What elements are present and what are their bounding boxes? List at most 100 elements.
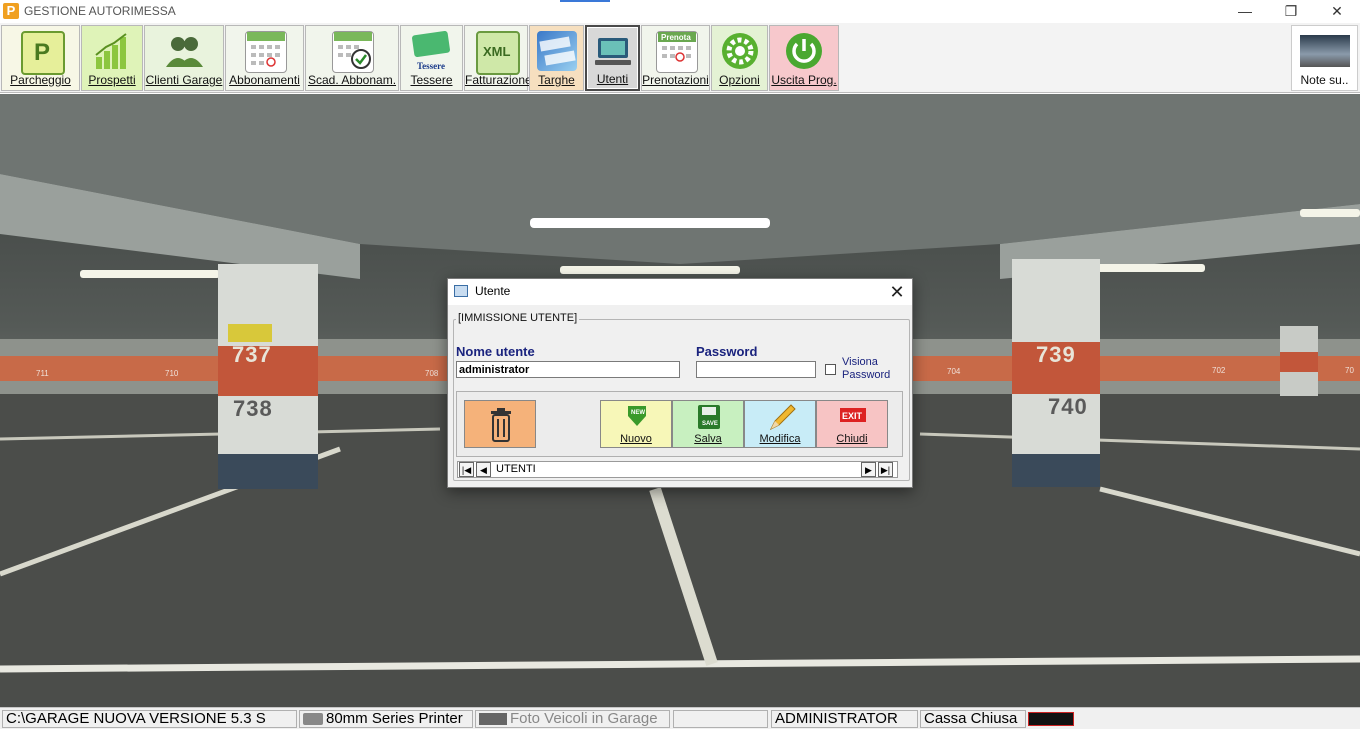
username-input[interactable] — [456, 361, 680, 378]
toolbar-button-opzioni[interactable]: Opzioni — [711, 25, 768, 91]
status-photos: Foto Veicoli in Garage — [475, 710, 670, 728]
toolbar-button-parcheggio[interactable]: P Parcheggio — [1, 25, 80, 91]
minimize-button[interactable]: — — [1222, 0, 1268, 23]
bar-chart-icon — [92, 31, 132, 71]
edit-button[interactable]: Modifica — [744, 400, 816, 448]
exit-icon-text: EXIT — [842, 411, 863, 421]
camera-icon — [479, 713, 507, 725]
bay-number: 702 — [1212, 366, 1226, 375]
show-password-checkbox[interactable] — [825, 364, 836, 375]
new-button[interactable]: NEW Nuovo — [600, 400, 672, 448]
delete-button[interactable] — [464, 400, 536, 448]
trash-icon — [489, 407, 513, 448]
status-empty — [673, 710, 768, 728]
toolbar-label: Prospetti — [88, 73, 136, 87]
show-password-label-line: Password — [842, 369, 891, 381]
gear-icon — [720, 31, 760, 71]
password-input[interactable] — [696, 361, 816, 378]
printer-name: 80mm Series Printer — [326, 710, 463, 727]
toolbar-label: Clienti Garage — [145, 73, 223, 87]
window-icon — [454, 285, 468, 297]
garage-photo-icon — [1299, 35, 1350, 67]
user-dialog: Utente ✕ [IMMISSIONE UTENTE] Nome utente… — [447, 278, 913, 488]
toolbar-label: Fatturazione — [465, 73, 532, 87]
toolbar-label: Uscita Prog. — [771, 73, 837, 87]
cash-register-icon — [1028, 712, 1074, 726]
save-icon: SAVE — [697, 404, 721, 435]
navigator-label: UTENTI — [496, 463, 536, 475]
bay-number: 70 — [1345, 366, 1354, 375]
show-password-label: Visiona Password — [842, 356, 890, 382]
photos-label: Foto Veicoli in Garage — [510, 710, 658, 727]
bay-number: 708 — [425, 369, 439, 378]
power-icon — [784, 31, 824, 71]
toolbar-label: Prenotazioni — [642, 73, 709, 87]
printer-icon — [303, 713, 323, 725]
exit-icon: EXIT — [839, 407, 867, 428]
action-button-panel: NEW Nuovo SAVE Salva Modifica EXIT Chiud… — [456, 391, 903, 457]
toolbar-button-tessere[interactable]: Tessere Tessere — [400, 25, 463, 91]
toolbar-label: Note su.. — [1300, 73, 1349, 87]
status-user: ADMINISTRATOR — [771, 710, 918, 728]
nav-first-button[interactable]: |◀ — [459, 462, 474, 477]
calendar-booking-icon: Prenota — [655, 31, 698, 73]
title-bar: P GESTIONE AUTORIMESSA — ❐ ✕ — [0, 0, 1360, 23]
toolbar-button-prospetti[interactable]: Prospetti — [81, 25, 143, 91]
pencil-icon — [767, 403, 797, 436]
toolbar-button-targhe[interactable]: Targhe — [529, 25, 584, 91]
toolbar-label: Scad. Abbonam. — [307, 73, 397, 87]
toolbar-button-scad-abbonam[interactable]: Scad. Abbonam. — [305, 25, 399, 91]
status-bar: C:\GARAGE NUOVA VERSIONE 5.3 S 80mm Seri… — [0, 707, 1360, 729]
status-printer: 80mm Series Printer — [299, 710, 473, 728]
toolbar-label: Abbonamenti — [229, 73, 300, 87]
new-button-label: Nuovo — [620, 433, 652, 445]
toolbar-label: Utenti — [596, 72, 629, 86]
bay-number: 711 — [36, 369, 49, 378]
toolbar-button-utenti[interactable]: Utenti — [585, 25, 640, 91]
toolbar-label: Opzioni — [719, 73, 760, 87]
pillar-number: 740 — [1048, 394, 1088, 419]
nav-next-button[interactable]: ▶ — [861, 462, 876, 477]
calendar-icon — [244, 31, 287, 73]
close-button-label: Chiudi — [836, 433, 868, 445]
dialog-title: Utente — [475, 284, 511, 298]
card-icon: Tessere — [409, 30, 455, 71]
nav-last-button[interactable]: ▶| — [878, 462, 893, 477]
bay-number: 710 — [165, 369, 179, 378]
toolbar-button-fatturazione[interactable]: XML Fatturazione — [464, 25, 532, 91]
app-logo-icon: P — [3, 3, 19, 19]
card-icon-text: Tessere — [417, 61, 445, 71]
toolbar-label: Targhe — [538, 73, 575, 87]
new-arrow-icon-text: NEW — [631, 410, 645, 416]
status-cash: Cassa Chiusa — [920, 710, 1026, 728]
xml-icon-text: XML — [483, 44, 511, 59]
toolbar-button-abbonamenti[interactable]: Abbonamenti — [225, 25, 304, 91]
parking-sign-icon: P — [20, 31, 65, 75]
close-button[interactable]: EXIT Chiudi — [816, 400, 888, 448]
window-title: GESTIONE AUTORIMESSA — [24, 4, 176, 18]
pillar-number: 737 — [232, 342, 272, 367]
license-plate-icon — [536, 31, 577, 71]
toolbar-button-uscita-prog[interactable]: Uscita Prog. — [769, 25, 839, 91]
status-path: C:\GARAGE NUOVA VERSIONE 5.3 S — [2, 710, 297, 728]
toolbar-button-prenotazioni[interactable]: Prenota Prenotazioni — [641, 25, 710, 91]
toolbar-button-clienti-garage[interactable]: Clienti Garage — [144, 25, 224, 91]
save-button[interactable]: SAVE Salva — [672, 400, 744, 448]
computer-user-icon — [593, 32, 633, 72]
main-toolbar: P Parcheggio Prospetti Clienti Garage Ab… — [0, 23, 1360, 93]
people-icon — [164, 31, 204, 71]
new-arrow-icon: NEW — [626, 404, 648, 433]
xml-icon: XML — [476, 31, 520, 75]
toolbar-label: Tessere — [410, 73, 453, 87]
record-navigator: |◀ ◀ UTENTI ▶ ▶| — [457, 461, 898, 478]
title-accent-line — [560, 0, 610, 2]
nav-prev-button[interactable]: ◀ — [476, 462, 491, 477]
show-password-label-line: Visiona — [842, 356, 878, 368]
maximize-button[interactable]: ❐ — [1268, 0, 1314, 23]
dialog-close-button[interactable]: ✕ — [884, 281, 910, 303]
toolbar-label: Parcheggio — [10, 73, 71, 87]
close-window-button[interactable]: ✕ — [1314, 0, 1360, 23]
save-button-label: Salva — [694, 433, 722, 445]
toolbar-button-note[interactable]: Note su.. — [1291, 25, 1358, 91]
save-icon-text: SAVE — [702, 421, 718, 427]
